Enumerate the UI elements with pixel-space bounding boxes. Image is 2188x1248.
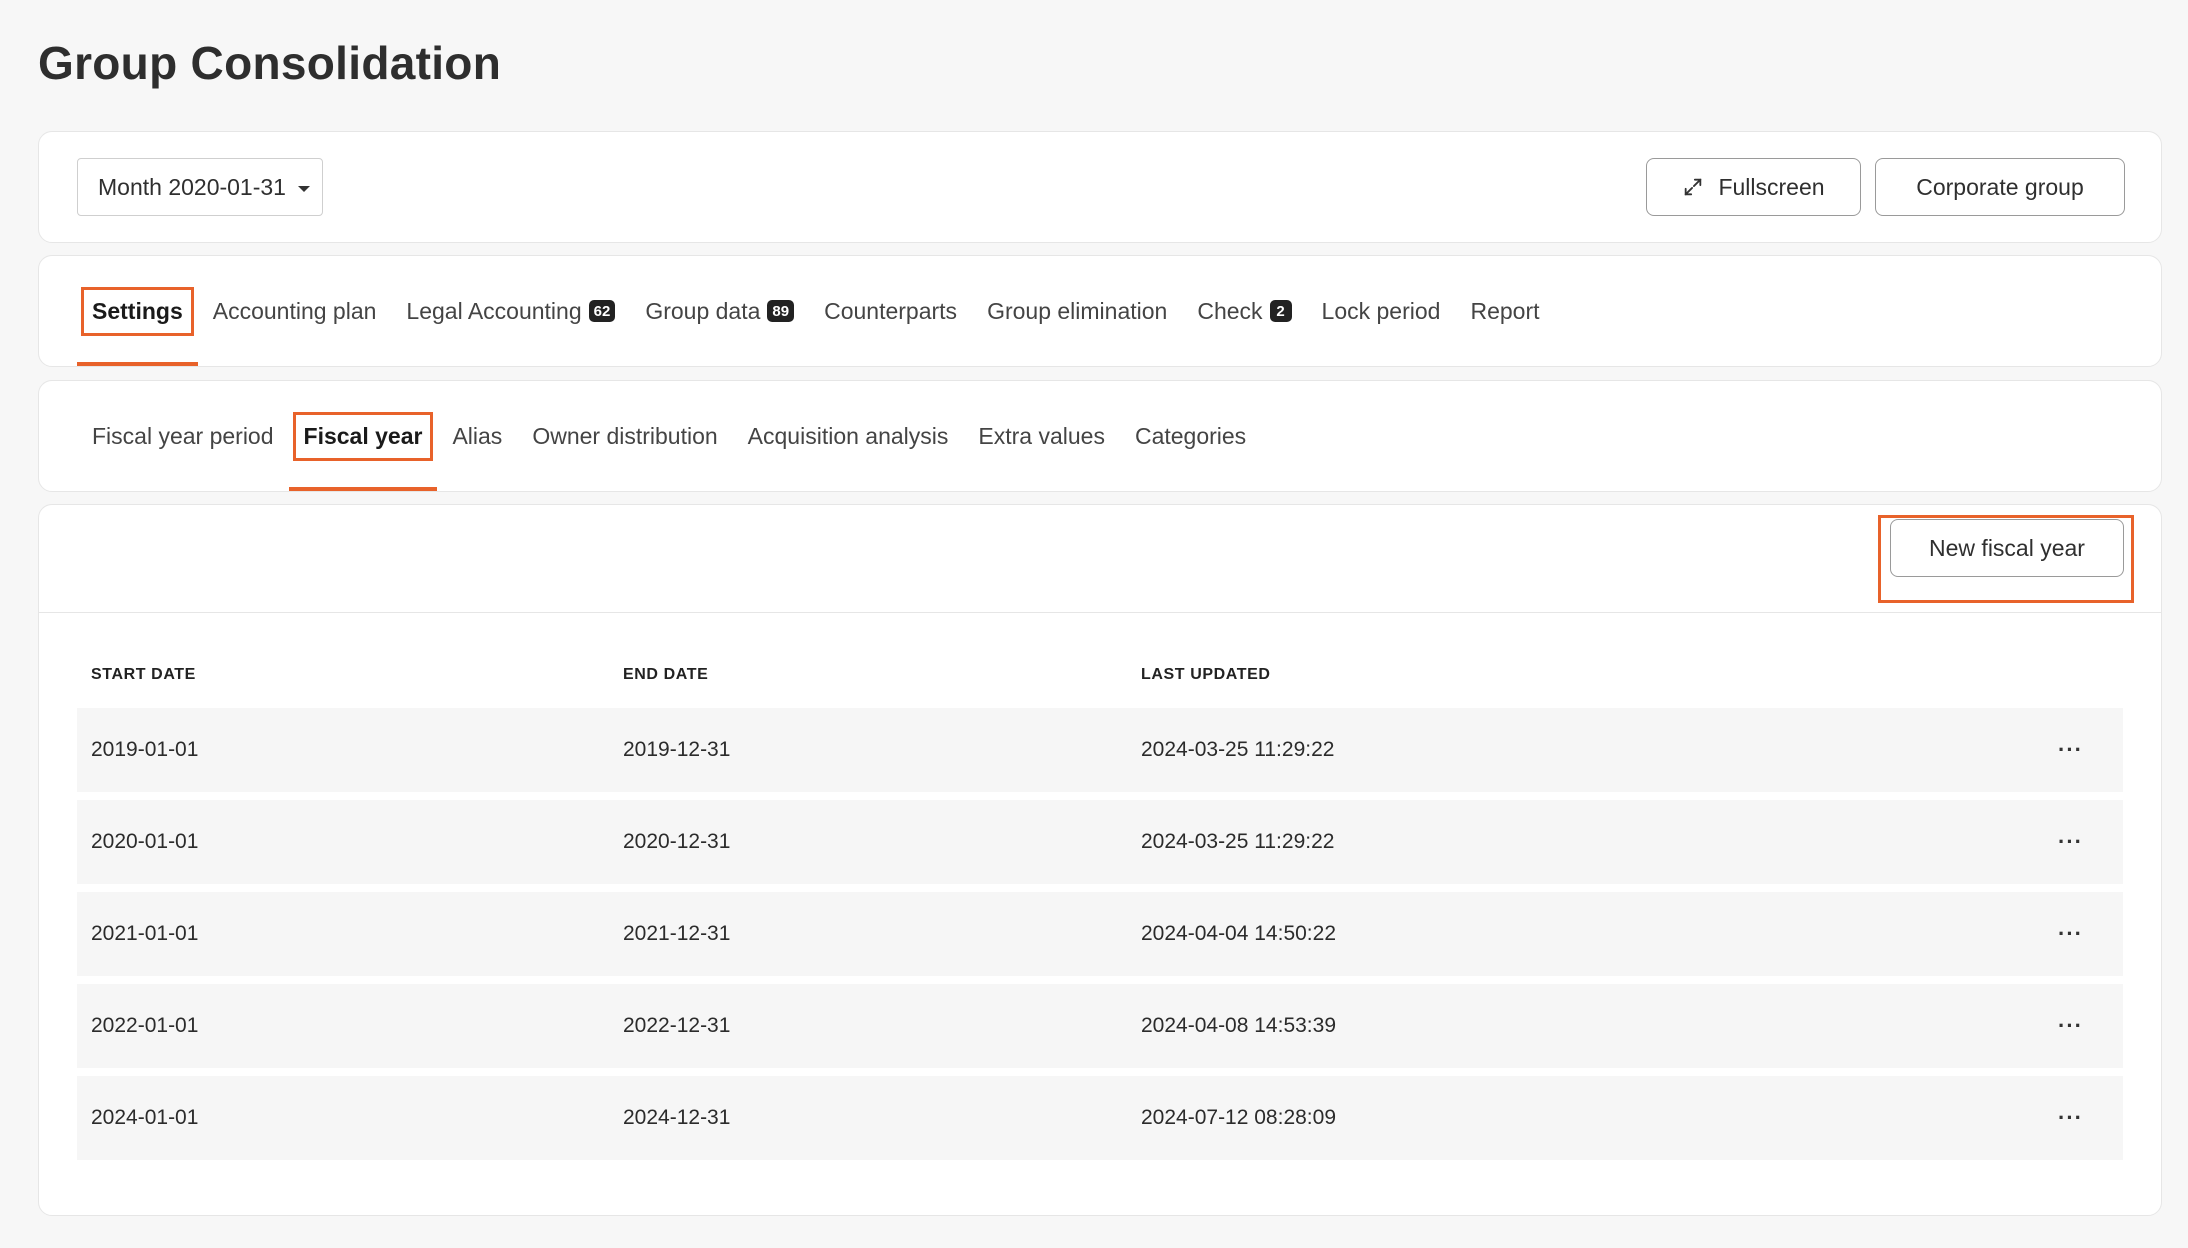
subtab-fiscal-year-period[interactable]: Fiscal year period: [77, 381, 289, 491]
tab-legal-accounting[interactable]: Legal Accounting 62: [391, 256, 630, 366]
more-actions-icon[interactable]: ···: [2058, 984, 2083, 1068]
fullscreen-label: Fullscreen: [1718, 173, 1825, 200]
toolbar-card: Month 2020-01-31 Fullscreen Corporate gr…: [38, 131, 2162, 243]
tab-counterparts[interactable]: Counterparts: [809, 256, 972, 366]
end-date-cell: 2024-12-31: [623, 1106, 731, 1129]
main-tabs: Settings Accounting plan Legal Accountin…: [77, 256, 1555, 366]
subtab-owner-distribution[interactable]: Owner distribution: [517, 381, 732, 491]
period-select[interactable]: Month 2020-01-31: [77, 158, 323, 216]
last-updated-cell: 2024-04-08 14:53:39: [1141, 1014, 1336, 1037]
corporate-group-label: Corporate group: [1916, 173, 2084, 200]
corporate-group-button[interactable]: Corporate group: [1875, 158, 2125, 216]
tab-label: Check: [1197, 297, 1263, 324]
count-badge: 62: [588, 300, 616, 322]
tab-label: Group elimination: [987, 297, 1168, 324]
tab-settings[interactable]: Settings: [77, 256, 198, 366]
page-title: Group Consolidation: [38, 37, 502, 89]
more-actions-icon[interactable]: ···: [2058, 708, 2083, 792]
new-fiscal-year-button[interactable]: New fiscal year: [1890, 519, 2124, 577]
start-date-cell: 2022-01-01: [91, 1014, 199, 1037]
subtab-categories[interactable]: Categories: [1120, 381, 1261, 491]
table-row[interactable]: 2021-01-01 2021-12-31 2024-04-04 14:50:2…: [77, 892, 2123, 976]
start-date-cell: 2024-01-01: [91, 1106, 199, 1129]
sub-tabs: Fiscal year period Fiscal year Alias Own…: [77, 381, 1261, 491]
tab-label: Counterparts: [824, 297, 958, 324]
subtab-label: Acquisition analysis: [747, 422, 949, 449]
subtab-label: Extra values: [978, 422, 1105, 449]
subtab-fiscal-year[interactable]: Fiscal year: [288, 381, 438, 491]
column-header-last-updated: LAST UPDATED: [1141, 666, 1271, 683]
subtab-acquisition-analysis[interactable]: Acquisition analysis: [733, 381, 964, 491]
fiscal-year-card: New fiscal year START DATE END DATE LAST…: [38, 504, 2162, 1216]
end-date-cell: 2020-12-31: [623, 830, 731, 853]
subtab-label: Alias: [452, 422, 503, 449]
more-actions-icon[interactable]: ···: [2058, 892, 2083, 976]
tab-label: Legal Accounting: [406, 297, 582, 324]
more-actions-icon[interactable]: ···: [2058, 800, 2083, 884]
end-date-cell: 2019-12-31: [623, 738, 731, 761]
table-row[interactable]: 2024-01-01 2024-12-31 2024-07-12 08:28:0…: [77, 1076, 2123, 1160]
subtab-label: Fiscal year: [292, 411, 434, 461]
table-row[interactable]: 2020-01-01 2020-12-31 2024-03-25 11:29:2…: [77, 800, 2123, 884]
divider: [39, 612, 2161, 613]
tab-report[interactable]: Report: [1455, 256, 1554, 366]
last-updated-cell: 2024-03-25 11:29:22: [1141, 830, 1335, 853]
subtab-label: Fiscal year period: [92, 422, 274, 449]
fullscreen-button[interactable]: Fullscreen: [1646, 158, 1861, 216]
end-date-cell: 2021-12-31: [623, 922, 731, 945]
tab-lock-period[interactable]: Lock period: [1307, 256, 1456, 366]
tab-label: Accounting plan: [212, 297, 377, 324]
subtab-extra-values[interactable]: Extra values: [963, 381, 1120, 491]
start-date-cell: 2020-01-01: [91, 830, 199, 853]
expand-icon: [1685, 178, 1702, 196]
tab-label: Group data: [645, 297, 761, 324]
column-header-start-date: START DATE: [91, 666, 196, 683]
subtab-alias[interactable]: Alias: [437, 381, 517, 491]
subtab-label: Owner distribution: [532, 422, 718, 449]
tab-label: Settings: [81, 286, 194, 336]
subtab-label: Categories: [1134, 422, 1247, 449]
start-date-cell: 2019-01-01: [91, 738, 199, 761]
start-date-cell: 2021-01-01: [91, 922, 199, 945]
tab-label: Report: [1470, 297, 1540, 324]
table-row[interactable]: 2019-01-01 2019-12-31 2024-03-25 11:29:2…: [77, 708, 2123, 792]
new-fiscal-year-label: New fiscal year: [1929, 534, 2085, 561]
end-date-cell: 2022-12-31: [623, 1014, 731, 1037]
last-updated-cell: 2024-04-04 14:50:22: [1141, 922, 1336, 945]
last-updated-cell: 2024-07-12 08:28:09: [1141, 1106, 1336, 1129]
sub-tabs-card: Fiscal year period Fiscal year Alias Own…: [38, 380, 2162, 492]
tab-group-data[interactable]: Group data 89: [630, 256, 809, 366]
last-updated-cell: 2024-03-25 11:29:22: [1141, 738, 1335, 761]
more-actions-icon[interactable]: ···: [2058, 1076, 2083, 1160]
count-badge: 89: [767, 300, 795, 322]
tab-check[interactable]: Check 2: [1182, 256, 1306, 366]
tab-label: Lock period: [1321, 297, 1441, 324]
period-select-label: Month 2020-01-31: [98, 173, 286, 200]
table-row[interactable]: 2022-01-01 2022-12-31 2024-04-08 14:53:3…: [77, 984, 2123, 1068]
caret-down-icon: [298, 186, 310, 192]
main-tabs-card: Settings Accounting plan Legal Accountin…: [38, 255, 2162, 367]
tab-accounting-plan[interactable]: Accounting plan: [198, 256, 392, 366]
count-badge: 2: [1269, 300, 1292, 322]
column-header-end-date: END DATE: [623, 666, 709, 683]
tab-group-elimination[interactable]: Group elimination: [972, 256, 1182, 366]
